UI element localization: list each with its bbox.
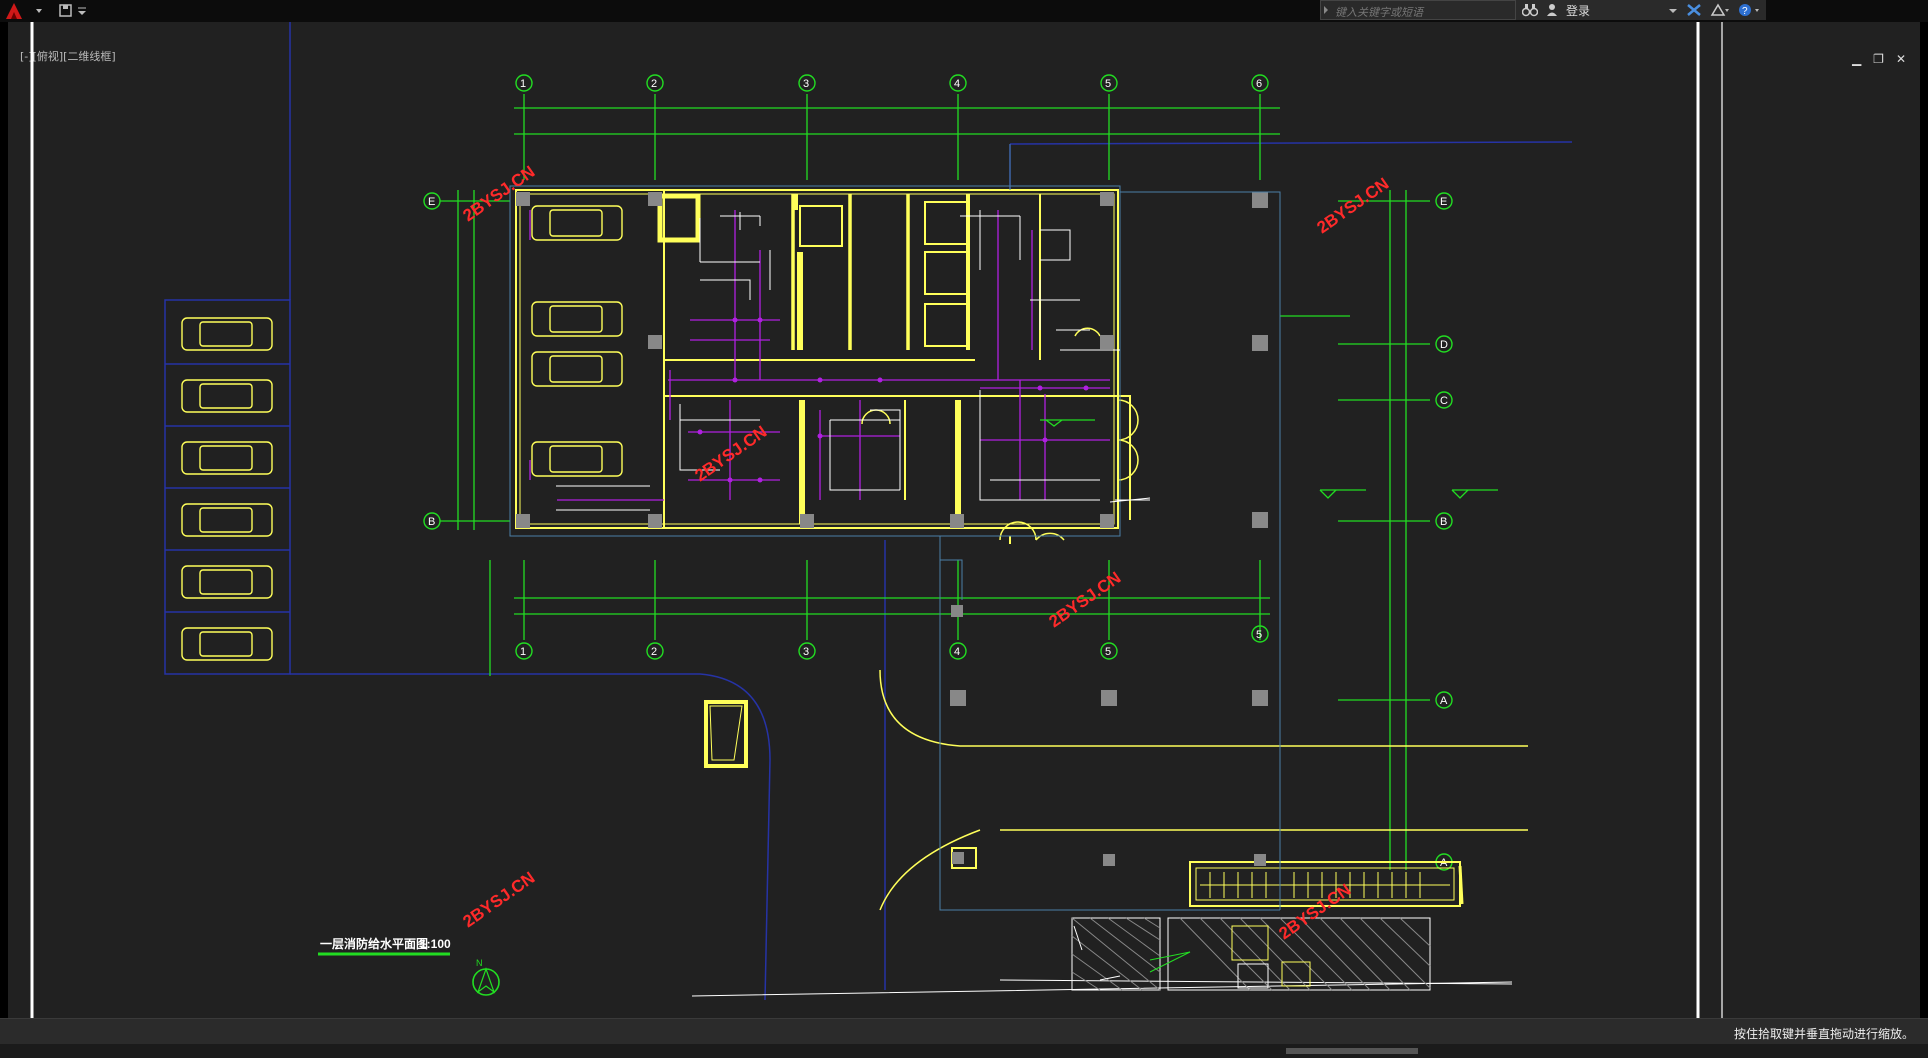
drawing-viewport[interactable]: [-][俯视][二维线框] ▁ ❐ ✕ 1 2 3 4 5 6 1 2 3 4 … — [8, 22, 1920, 1018]
login-link[interactable]: 登录 — [1566, 2, 1590, 19]
grid-label: B — [1440, 516, 1447, 528]
watermark-text: 2BYSJ.CN — [1045, 568, 1124, 631]
grid-bubbles-right: E D C B A A — [1435, 192, 1453, 871]
expand-arrow-icon — [1324, 6, 1328, 14]
fixtures — [556, 210, 1513, 997]
autodesk-app-icon[interactable] — [1710, 3, 1730, 17]
grid-label: 4 — [954, 646, 960, 658]
search-input[interactable] — [1321, 3, 1515, 22]
grid-label: 2 — [651, 78, 657, 90]
grid-label: 5 — [1105, 646, 1111, 658]
grid-label: 3 — [803, 78, 809, 90]
quick-access-toolbar-button[interactable] — [56, 1, 96, 21]
user-icon — [1547, 4, 1557, 16]
status-message: 按住拾取键并垂直拖动进行缩放。 — [1733, 1027, 1914, 1041]
title-bar: 登录 ? — [0, 0, 1928, 22]
plan-title: 一层消防给水平面图 — [320, 936, 428, 951]
plan-scale: 1:100 — [420, 937, 451, 951]
watermark-text: 2BYSJ.CN — [1313, 174, 1392, 237]
north-arrow-icon: N — [472, 958, 500, 996]
application-menu-button[interactable] — [2, 1, 48, 21]
info-center: 登录 ? — [1516, 0, 1766, 20]
horizontal-scrollbar-thumb[interactable] — [1286, 1048, 1418, 1054]
north-label: N — [476, 958, 483, 968]
grid-label: 2 — [651, 646, 657, 658]
grid-label: 5 — [1105, 78, 1111, 90]
bottom-scroll-area — [0, 1044, 1928, 1058]
grid-label: 5 — [1256, 629, 1262, 641]
grid-label: 6 — [1256, 78, 1262, 90]
grid-label: C — [1440, 395, 1448, 407]
plan-title-block: 一层消防给水平面图 1:100 — [318, 936, 451, 956]
grid-label: 1 — [520, 78, 526, 90]
autocad-logo-icon — [6, 3, 42, 19]
grid-label: D — [1440, 339, 1448, 351]
svg-text:?: ? — [1742, 6, 1748, 17]
pipe-nodes — [697, 317, 1089, 483]
grid-label: E — [428, 196, 435, 208]
grid-bubbles-left: E B — [423, 192, 441, 530]
grid-label: A — [1440, 695, 1448, 707]
grid-label: B — [428, 516, 435, 528]
cad-drawing: 1 2 3 4 5 6 1 2 3 4 5 5 E B E D C B A A … — [30, 22, 1723, 1018]
grid-label: 4 — [954, 78, 960, 90]
grid-label: 3 — [803, 646, 809, 658]
save-icon — [59, 4, 86, 17]
parking-cars — [181, 205, 623, 661]
status-bar: 按住拾取键并垂直拖动进行缩放。 — [0, 1018, 1928, 1045]
exchange-icon[interactable] — [1686, 3, 1702, 17]
fire-water-pipes — [529, 210, 1110, 501]
search-box[interactable] — [1320, 0, 1516, 22]
site-boundary — [164, 22, 1573, 1001]
watermark-text: 2BYSJ.CN — [459, 868, 538, 931]
grid-label: E — [1440, 196, 1447, 208]
building-walls — [515, 189, 1528, 911]
grid-bubbles-bottom: 1 2 3 4 5 5 — [515, 625, 1269, 660]
level-markers — [1040, 419, 1469, 499]
grid-bubbles-top: 1 2 3 4 5 6 — [515, 74, 1269, 92]
grid-label: 1 — [520, 646, 526, 658]
help-icon[interactable]: ? — [1738, 3, 1762, 17]
binoculars-icon[interactable] — [1522, 3, 1538, 17]
chevron-down-icon[interactable] — [1668, 3, 1678, 17]
